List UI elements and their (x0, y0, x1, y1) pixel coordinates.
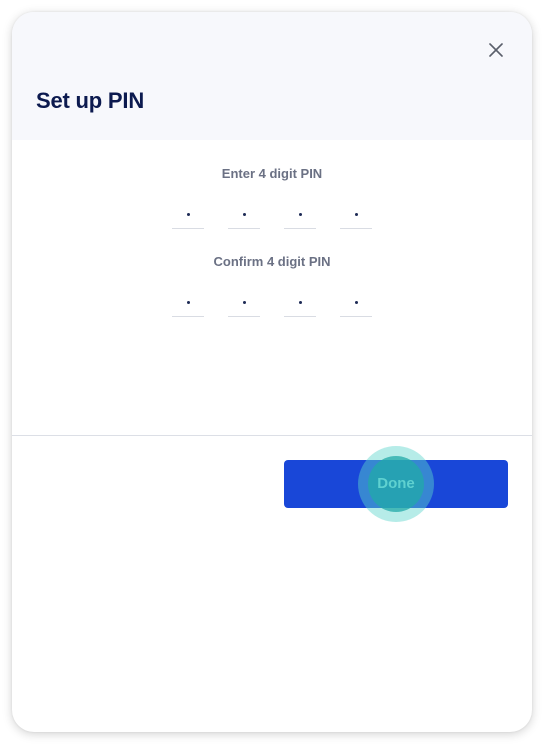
confirm-pin-digit-2[interactable] (228, 288, 260, 317)
confirm-pin-digit-3[interactable] (284, 288, 316, 317)
done-button-label: Done (377, 475, 415, 492)
setup-pin-dialog: Set up PIN Enter 4 digit PIN Confirm 4 d… (12, 12, 532, 732)
enter-pin-digit-3[interactable] (284, 200, 316, 229)
enter-pin-digit-2[interactable] (228, 200, 260, 229)
done-button[interactable]: Done (284, 446, 508, 522)
pin-dot (186, 300, 190, 304)
enter-pin-digit-1[interactable] (172, 200, 204, 229)
dialog-header: Set up PIN (12, 12, 532, 140)
enter-pin-digit-4[interactable] (340, 200, 372, 229)
confirm-pin-digit-4[interactable] (340, 288, 372, 317)
close-button[interactable] (482, 36, 510, 64)
pin-dot (354, 212, 358, 216)
pin-dot (354, 300, 358, 304)
pin-dot (298, 300, 302, 304)
enter-pin-label: Enter 4 digit PIN (221, 166, 323, 181)
confirm-pin-digit-1[interactable] (172, 288, 204, 317)
confirm-pin-inputs (172, 288, 372, 318)
pin-dot (242, 212, 246, 216)
pin-dot (186, 212, 190, 216)
page-title: Set up PIN (36, 88, 145, 113)
enter-pin-inputs (172, 200, 372, 230)
footer-divider (12, 435, 532, 436)
close-icon (489, 43, 503, 57)
pin-dot (298, 212, 302, 216)
pin-dot (242, 300, 246, 304)
confirm-pin-label: Confirm 4 digit PIN (213, 254, 331, 269)
